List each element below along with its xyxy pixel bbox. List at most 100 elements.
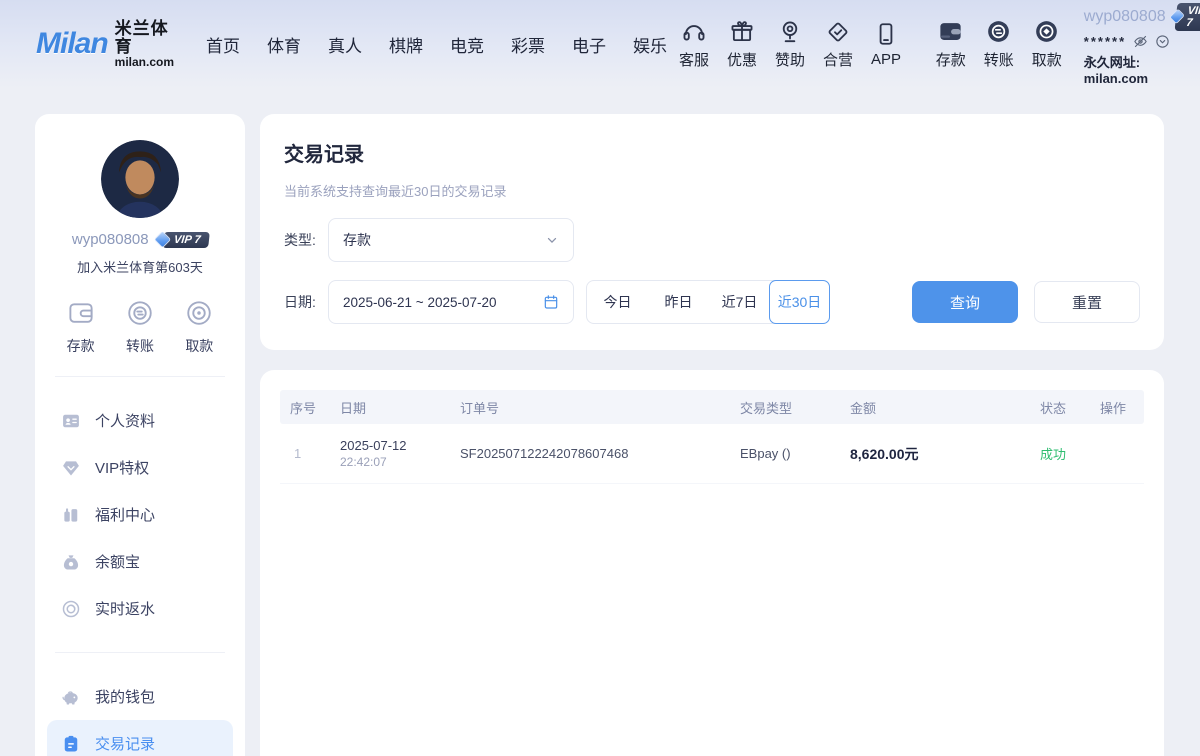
money-bag-icon: [61, 552, 81, 572]
sidebar-quick-actions: 存款 转账 取款: [47, 298, 233, 356]
sidebar-deposit-action[interactable]: 存款: [66, 298, 96, 356]
type-filter-row: 类型: 存款: [284, 218, 1140, 262]
nav-item-esports[interactable]: 电竞: [450, 32, 484, 57]
sidebar-divider: [55, 376, 225, 377]
date-range-value: 2025-06-21 ~ 2025-07-20: [343, 295, 497, 310]
chevron-down-icon: [545, 233, 559, 247]
brand-logo[interactable]: Milan 米兰体育 milan.com: [36, 20, 174, 68]
row-date: 2025-07-12: [340, 438, 450, 453]
col-header-index: 序号: [280, 398, 330, 417]
withdraw-button[interactable]: 取款: [1026, 18, 1068, 70]
type-select-value: 存款: [343, 230, 371, 250]
main-content: 交易记录 当前系统支持查询最近30日的交易记录 类型: 存款 日期: 2025-…: [260, 114, 1164, 756]
service-link[interactable]: 客服: [673, 19, 715, 70]
col-header-action: 操作: [1090, 398, 1144, 417]
range-yesterday-button[interactable]: 昨日: [648, 281, 709, 323]
partnership-icon: [825, 19, 851, 45]
col-header-amount: 金额: [840, 398, 1030, 417]
gift-icon: [729, 19, 755, 45]
sidebar-transfer-action[interactable]: 转账: [125, 298, 155, 356]
sidebar-item-profile[interactable]: 个人资料: [47, 397, 233, 444]
headset-icon: [681, 19, 707, 45]
date-label: 日期:: [284, 292, 328, 312]
clipboard-icon: [61, 734, 81, 754]
table-header-row: 序号 日期 订单号 交易类型 金额 状态 操作: [280, 390, 1144, 424]
piggy-wallet-icon: [61, 687, 81, 707]
page-title: 交易记录: [284, 138, 1140, 167]
row-status-badge: 成功: [1030, 444, 1090, 463]
sidebar-item-welfare[interactable]: 福利中心: [47, 491, 233, 538]
filters-card: 交易记录 当前系统支持查询最近30日的交易记录 类型: 存款 日期: 2025-…: [260, 114, 1164, 350]
quick-range-group: 今日 昨日 近7日 近30日: [586, 280, 830, 324]
sidebar-item-yuebao[interactable]: 余额宝: [47, 538, 233, 585]
withdraw-icon: [1033, 18, 1060, 45]
promotions-link[interactable]: 优惠: [721, 19, 763, 70]
sidebar-item-rebate[interactable]: 实时返水: [47, 585, 233, 632]
page-subtitle: 当前系统支持查询最近30日的交易记录: [284, 181, 1140, 200]
profile-sidebar: wyp080808 VIP 7 加入米兰体育第603天 存款 转账 取款: [35, 114, 245, 756]
withdraw-outline-icon: [184, 298, 214, 328]
col-header-status: 状态: [1030, 398, 1090, 417]
logo-script-text: Milan: [36, 27, 108, 61]
vip-diamond-icon: [61, 458, 81, 478]
deposit-icon: [937, 18, 964, 45]
joined-days-text: 加入米兰体育第603天: [47, 257, 233, 276]
transfer-button[interactable]: 转账: [978, 18, 1020, 70]
row-time: 22:42:07: [340, 455, 450, 469]
range-7days-button[interactable]: 近7日: [709, 281, 770, 323]
header-username[interactable]: wyp080808: [1084, 8, 1166, 26]
row-index: 1: [280, 446, 330, 461]
deposit-button[interactable]: 存款: [930, 18, 972, 70]
sidebar-withdraw-action[interactable]: 取款: [184, 298, 214, 356]
range-30days-button[interactable]: 近30日: [769, 280, 830, 324]
nav-item-sports[interactable]: 体育: [267, 32, 301, 57]
row-datetime: 2025-07-12 22:42:07: [330, 438, 450, 469]
nav-item-lottery[interactable]: 彩票: [511, 32, 545, 57]
partnership-link[interactable]: 合营: [817, 19, 859, 70]
app-link[interactable]: APP: [865, 21, 907, 68]
refresh-balance-icon[interactable]: [1155, 34, 1170, 49]
row-order-number: SF202507122242078607468: [450, 446, 730, 461]
transfer-outline-icon: [125, 298, 155, 328]
col-header-order: 订单号: [450, 398, 730, 417]
id-card-icon: [61, 411, 81, 431]
transactions-table-card: 序号 日期 订单号 交易类型 金额 状态 操作 1 2025-07-12 22:…: [260, 370, 1164, 756]
type-label: 类型:: [284, 230, 328, 250]
sidebar-menu-wallet-group: 我的钱包 交易记录: [47, 673, 233, 756]
nav-item-entertainment[interactable]: 娱乐: [633, 32, 667, 57]
table-row: 1 2025-07-12 22:42:07 SF2025071222420786…: [280, 424, 1144, 484]
range-today-button[interactable]: 今日: [587, 281, 648, 323]
sidebar-item-transactions[interactable]: 交易记录: [47, 720, 233, 756]
nav-item-cards[interactable]: 棋牌: [389, 32, 423, 57]
eye-off-icon[interactable]: [1133, 34, 1148, 49]
nav-item-live[interactable]: 真人: [328, 32, 362, 57]
reset-button[interactable]: 重置: [1034, 281, 1140, 323]
type-select[interactable]: 存款: [328, 218, 574, 262]
sidebar-username: wyp080808: [72, 231, 149, 248]
phone-icon: [873, 21, 899, 47]
nav-item-home[interactable]: 首页: [206, 32, 240, 57]
col-header-date: 日期: [330, 398, 450, 417]
permanent-url-label: 永久网址: milan.com: [1084, 52, 1198, 86]
row-transaction-type: EBpay (): [730, 446, 840, 461]
top-header: Milan 米兰体育 milan.com 首页 体育 真人 棋牌 电竞 彩票 电…: [0, 0, 1200, 88]
col-header-type: 交易类型: [730, 398, 840, 417]
sidebar-vip-badge: VIP 7: [155, 232, 209, 248]
calendar-icon: [543, 294, 559, 310]
nav-item-slots[interactable]: 电子: [572, 32, 606, 57]
sidebar-divider: [55, 652, 225, 653]
date-filter-row: 日期: 2025-06-21 ~ 2025-07-20 今日 昨日 近7日 近3…: [284, 280, 1140, 324]
sidebar-avatar[interactable]: [101, 140, 179, 218]
logo-domain: milan.com: [115, 56, 174, 69]
rebate-icon: [61, 599, 81, 619]
sidebar-item-wallet[interactable]: 我的钱包: [47, 673, 233, 720]
main-nav: 首页 体育 真人 棋牌 电竞 彩票 电子 娱乐: [206, 32, 667, 57]
row-amount: 8,620.00元: [840, 444, 1030, 464]
welfare-icon: [61, 505, 81, 525]
masked-balance: ******: [1084, 34, 1126, 49]
sidebar-item-vip[interactable]: VIP特权: [47, 444, 233, 491]
sponsor-link[interactable]: 赞助: [769, 19, 811, 70]
date-range-input[interactable]: 2025-06-21 ~ 2025-07-20: [328, 280, 574, 324]
search-button[interactable]: 查询: [912, 281, 1018, 323]
logo-brand-name: 米兰体育: [115, 20, 174, 56]
